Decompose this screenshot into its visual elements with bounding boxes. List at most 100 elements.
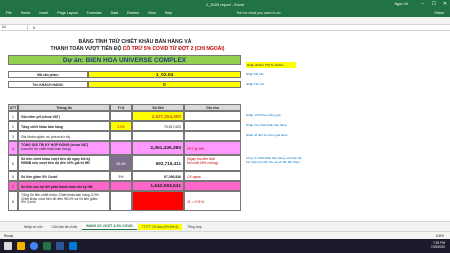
chrome-icon[interactable] bbox=[30, 242, 38, 250]
clock[interactable]: 7:52 PM 7/25/2020 bbox=[430, 241, 445, 250]
sheet-tabs-bar: Nhập số vốn Căn bản tài chính BẢNG CK VƯ… bbox=[0, 221, 450, 231]
row4-ratio bbox=[110, 141, 132, 155]
title2-covid: CÓ TRỪ 5% COVID TỪ ĐỢT 2 (CHI NGOÀI) bbox=[122, 46, 225, 52]
minimize-icon[interactable]: – bbox=[418, 0, 428, 8]
project-banner: Dự án: BIEN HOA UNIVERSE COMPLEX bbox=[8, 55, 241, 65]
row7-stt: 7 bbox=[8, 181, 18, 191]
header-stt: STT bbox=[8, 104, 18, 111]
tab-input[interactable]: Nhập số vốn bbox=[20, 224, 47, 230]
row5-note: (Ngày thu tiền thật khi xuất 28% chứng) bbox=[184, 155, 241, 171]
zoom-level[interactable]: 100% bbox=[436, 234, 444, 238]
note-list-price: Nhập: 0.03 theo thông giá bbox=[246, 113, 281, 117]
row1-amount[interactable]: 2,527,254,000 bbox=[132, 111, 184, 121]
row4-label: TỔNG GIÁ TRỊ KÝ HỢP ĐỒNG (chưa VAT) (sau… bbox=[18, 141, 110, 155]
status-text: Ready bbox=[4, 233, 14, 238]
ribbon-collapsed bbox=[0, 17, 450, 25]
excel-icon[interactable] bbox=[43, 242, 51, 250]
row3-ratio[interactable] bbox=[110, 131, 132, 141]
title-bar: 1_2020 report - Excel Ngọc Vũ – ☐ ✕ bbox=[0, 0, 450, 8]
row2-stt: 2 bbox=[8, 121, 18, 131]
tab-tt-ck[interactable]: TT/TT CK bán (5% Đề 6) bbox=[137, 223, 183, 230]
status-bar: Ready 100% bbox=[0, 231, 450, 239]
row6-note: CK ngoài bbox=[184, 171, 241, 181]
word-icon[interactable] bbox=[56, 242, 64, 250]
row5-ratio[interactable]: 28.4% bbox=[110, 155, 132, 171]
note-payment-stage: Nhập số tiền thu theo giai đoạn bbox=[246, 133, 288, 137]
maximize-icon[interactable]: ☐ bbox=[429, 0, 439, 8]
clock-date: 7/25/2020 bbox=[430, 245, 445, 249]
header-info: Thông tin bbox=[18, 104, 110, 111]
row6-ratio[interactable]: 5% bbox=[110, 171, 132, 181]
file-explorer-icon[interactable] bbox=[17, 242, 25, 250]
note-unit-code: Nhập Mã căn bbox=[246, 72, 264, 76]
menu-formulas[interactable]: Formulas bbox=[87, 11, 102, 15]
row2-label: Tổng chiết khấu bán hàng bbox=[18, 121, 110, 131]
unit-code-value[interactable]: 1_02.04 bbox=[88, 71, 241, 78]
row3-note bbox=[184, 131, 241, 141]
row7-note bbox=[184, 181, 241, 191]
row5-label: Số tiền chiết khấu vượt tiến độ ngay khi… bbox=[18, 155, 110, 171]
row5-stt: 5 bbox=[8, 155, 18, 171]
row6-amount: 67,098,836 bbox=[132, 171, 184, 181]
share-button[interactable]: Share bbox=[434, 11, 444, 15]
name-box[interactable]: A1 bbox=[0, 25, 28, 30]
note-discount-rate: Nhập tỉ lệ chiết khấu bán hàng bbox=[246, 123, 287, 127]
tell-me-search[interactable]: Tell me what you want to do bbox=[236, 11, 280, 15]
row8-stt: 8 bbox=[8, 191, 18, 211]
menu-page-layout[interactable]: Page Layout bbox=[57, 11, 77, 15]
row4-label-line2: (sau khi trừ chiết khấu bán hàng) bbox=[21, 146, 71, 151]
fx-icon[interactable]: fx bbox=[28, 26, 40, 30]
menu-bar: File Home Insert Page Layout Formulas Da… bbox=[0, 8, 450, 17]
note-input-id: Nhập ID/GIÁ TRỊ Tổ HÃNG bbox=[246, 62, 296, 68]
menu-view[interactable]: View bbox=[148, 11, 156, 15]
row5-amount: 692,715,411 bbox=[132, 155, 184, 171]
row6-stt: 6 bbox=[8, 171, 18, 181]
row1-note bbox=[184, 111, 241, 121]
zalo-icon[interactable] bbox=[69, 242, 77, 250]
menu-home[interactable]: Home bbox=[21, 11, 31, 15]
row3-amount[interactable] bbox=[132, 131, 184, 141]
menu-help[interactable]: Help bbox=[165, 11, 172, 15]
header-ratio: Tỉ lệ bbox=[110, 104, 132, 111]
tab-summary[interactable]: Tổng hợp bbox=[183, 224, 205, 230]
menu-file[interactable]: File bbox=[6, 11, 12, 15]
row3-stt: 3 bbox=[8, 131, 18, 141]
row8-amount: 808,000,000 bbox=[132, 191, 184, 211]
menu-data[interactable]: Data bbox=[111, 11, 119, 15]
row4-amount: 2,451,436,380 bbox=[132, 141, 184, 155]
row7-label: Số tiền còn lại KH phải thanh toán khi k… bbox=[18, 181, 110, 191]
row3-label: Giá khuôn giảm ưu (chưa trừ ck) bbox=[18, 131, 110, 141]
worksheet-grid[interactable]: BẢNG TÍNH TRỪ CHIẾT KHẤU BÁN HÀNG VÀ THA… bbox=[0, 31, 450, 221]
row2-amount: 75,817,620 bbox=[132, 121, 184, 131]
menu-insert[interactable]: Insert bbox=[39, 11, 48, 15]
row8-ratio bbox=[110, 191, 132, 211]
row5-note-line2: khi xuất 28% chứng) bbox=[187, 160, 218, 165]
user-name[interactable]: Ngọc Vũ bbox=[395, 2, 408, 6]
customer-name-label: Tên KHÁCH HÀNG: bbox=[8, 81, 88, 88]
window-title: 1_2020 report - Excel bbox=[205, 1, 245, 7]
row8-note: 11 = 2+5+6 bbox=[184, 191, 241, 211]
row1-stt: 1 bbox=[8, 111, 18, 121]
header-note: Ghi chú bbox=[184, 104, 241, 111]
row8-label: Tổng Số tiền chiết khấu: Chiết khấu bán … bbox=[18, 191, 110, 211]
row6-label: Số tiền giảm 5% Covid bbox=[18, 171, 110, 181]
close-icon[interactable]: ✕ bbox=[440, 0, 450, 8]
sheet-title-line1: BẢNG TÍNH TRỪ CHIẾT KHẤU BÁN HÀNG VÀ bbox=[78, 39, 192, 45]
title2-prefix: THANH TOÁN VƯỢT TIẾN ĐỘ bbox=[50, 46, 122, 52]
menu-review[interactable]: Review bbox=[127, 11, 139, 15]
row1-label: Giá niêm yết (chưa VAT) bbox=[18, 111, 110, 121]
row8-label-line3: 5% Covid bbox=[21, 200, 36, 205]
row2-ratio[interactable]: 3.0% bbox=[110, 121, 132, 131]
row5-label-line2: HĐMB nếu vượt tiến độ đến 30% giá trị HĐ bbox=[21, 160, 90, 165]
sheet-title-line2: THANH TOÁN VƯỢT TIẾN ĐỘ CÓ TRỪ 5% COVID … bbox=[10, 46, 265, 53]
row1-ratio[interactable] bbox=[110, 111, 132, 121]
tab-discount-covid[interactable]: BẢNG CK VƯỢT & 5% COVID bbox=[82, 223, 137, 230]
note-customer-paid: KH (hiện thu tiền thu và số tiền đã nhận… bbox=[246, 160, 300, 164]
customer-name-value[interactable]: 0 bbox=[88, 81, 241, 88]
tab-finance[interactable]: Căn bản tài chính bbox=[48, 224, 82, 230]
row7-ratio bbox=[110, 181, 132, 191]
header-amount: Số tiền bbox=[132, 104, 184, 111]
taskbar: 7:52 PM 7/25/2020 bbox=[0, 239, 450, 253]
start-icon[interactable] bbox=[4, 242, 12, 250]
unit-code-label: Mã căn phần: bbox=[8, 71, 88, 78]
